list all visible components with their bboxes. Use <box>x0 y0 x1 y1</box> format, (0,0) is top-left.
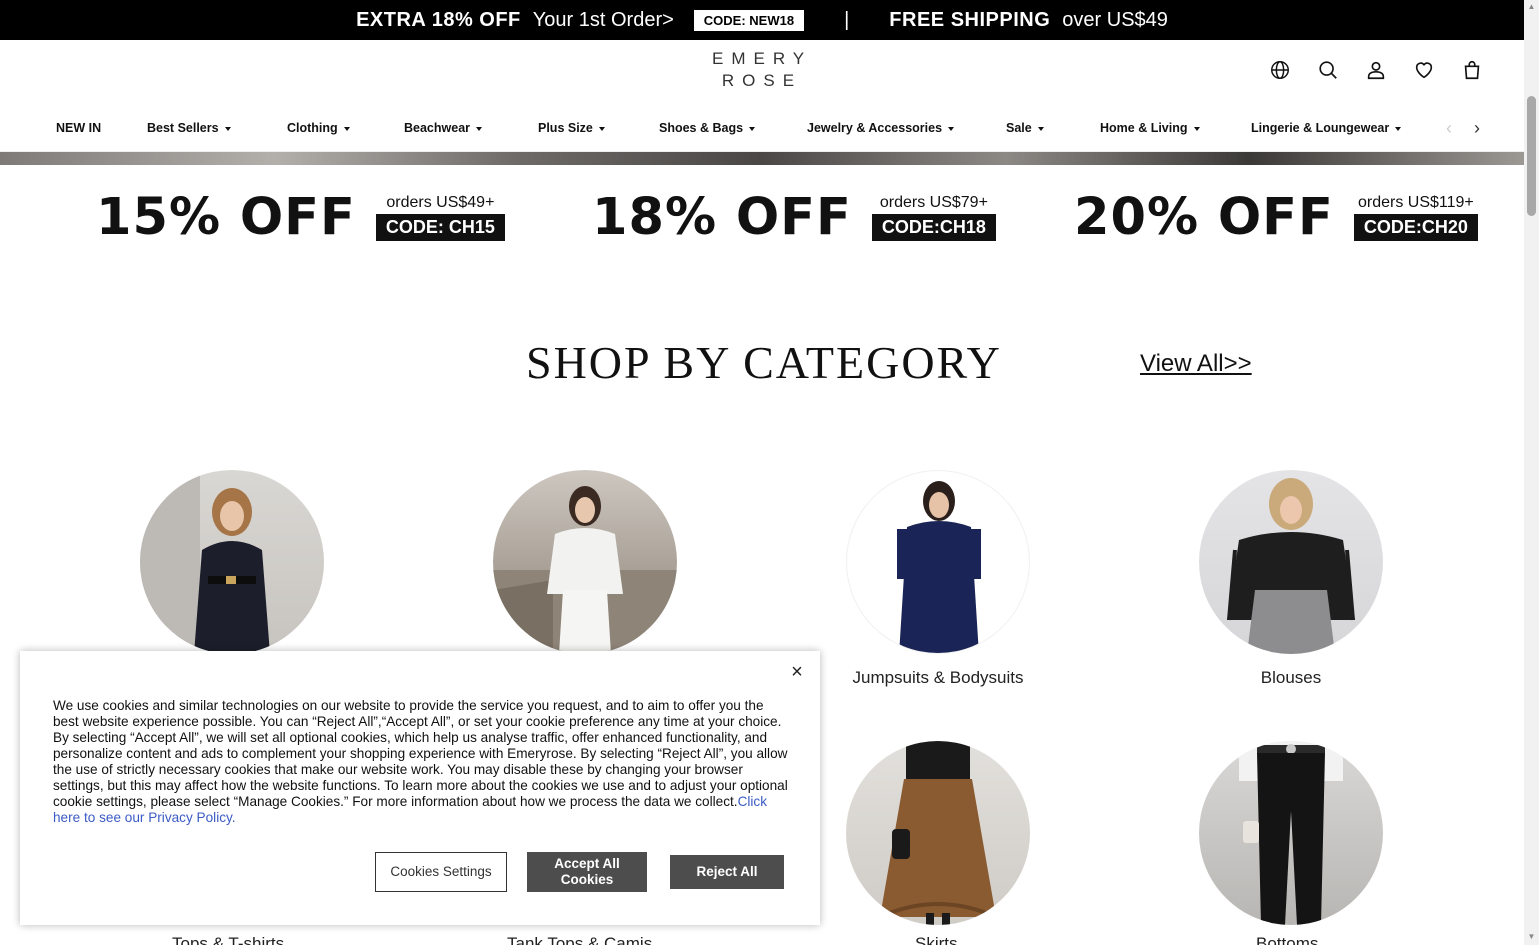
nav-label: Shoes & Bags <box>659 121 744 135</box>
category-item[interactable] <box>493 470 677 668</box>
coupon-code: CODE:CH20 <box>1353 214 1478 241</box>
accept-all-cookies-button[interactable]: Accept All Cookies <box>527 852 647 892</box>
user-icon[interactable] <box>1364 58 1388 82</box>
nav-item-jewelry[interactable]: Jewelry & Accessories <box>807 121 955 135</box>
bag-icon[interactable] <box>1460 58 1484 82</box>
nav-label: Beachwear <box>404 121 471 135</box>
category-name: Blouses <box>1260 668 1322 687</box>
caret-down-icon <box>598 126 605 131</box>
promo-separator: | <box>844 8 850 31</box>
coupon-code: CODE:CH18 <box>871 214 996 241</box>
coupon-15[interactable]: 15% OFF orders US$49+ CODE: CH15 <box>96 188 505 247</box>
category-item[interactable]: Blouses <box>1199 470 1383 688</box>
view-all-link[interactable]: View All>> <box>1140 350 1252 378</box>
nav-item-beachwear[interactable]: Beachwear <box>404 121 483 135</box>
category-image <box>140 470 324 654</box>
coupon-20[interactable]: 20% OFF orders US$119+ CODE:CH20 <box>1074 188 1478 247</box>
category-item[interactable]: Jumpsuits & Bodysuits <box>846 470 1030 688</box>
promo-shipping-threshold: over US$49 <box>1062 8 1168 31</box>
cookie-body: We use cookies and similar technologies … <box>53 698 788 809</box>
nav-prev-arrow[interactable]: ‹ <box>1446 118 1452 139</box>
reject-all-button[interactable]: Reject All <box>670 855 784 889</box>
nav-next-arrow[interactable]: › <box>1474 118 1480 139</box>
scroll-thumb[interactable] <box>1527 96 1536 216</box>
page: EXTRA 18% OFF Your 1st Order> CODE: NEW1… <box>0 0 1539 945</box>
nav-label: NEW IN <box>56 121 102 135</box>
promo-code: CODE: NEW18 <box>693 9 805 31</box>
nav-label: Lingerie & Loungewear <box>1251 121 1390 135</box>
caret-down-icon <box>749 126 756 131</box>
coupon-orders: orders US$119+ <box>1357 194 1474 211</box>
scroll-up-arrow[interactable]: ▲ <box>1527 2 1536 11</box>
category-name: Bottoms <box>1256 934 1319 945</box>
category-item[interactable] <box>846 741 1030 925</box>
caret-down-icon <box>948 126 955 131</box>
promo-shipping: FREE SHIPPING <box>889 8 1051 31</box>
scrollbar[interactable]: ▲ ▼ <box>1524 0 1539 945</box>
nav-item-shoes-bags[interactable]: Shoes & Bags <box>659 121 756 135</box>
cookie-text: We use cookies and similar technologies … <box>53 698 791 826</box>
coupon-18[interactable]: 18% OFF orders US$79+ CODE:CH18 <box>592 188 996 247</box>
cookie-dialog: × We use cookies and similar technologie… <box>20 651 820 925</box>
coupon-details: orders US$119+ CODE:CH20 <box>1353 194 1478 241</box>
category-name: Tops & T-shirts <box>172 934 285 945</box>
category-item[interactable] <box>140 470 324 668</box>
site-header: EMERY ROSE <box>0 40 1524 104</box>
nav-item-new-in[interactable]: NEW IN <box>56 121 101 135</box>
category-name: Jumpsuits & Bodysuits <box>852 668 1024 687</box>
nav-item-clothing[interactable]: Clothing <box>287 121 350 135</box>
nav-label: Clothing <box>287 121 338 135</box>
coupon-orders: orders US$49+ <box>386 194 495 211</box>
promo-bar[interactable]: EXTRA 18% OFF Your 1st Order> CODE: NEW1… <box>0 0 1524 40</box>
nav-item-lingerie[interactable]: Lingerie & Loungewear <box>1251 121 1402 135</box>
nav-item-plus-size[interactable]: Plus Size <box>538 121 605 135</box>
category-image <box>493 470 677 654</box>
category-name: Skirts <box>915 934 958 945</box>
promo-first-order[interactable]: Your 1st Order> <box>533 9 674 32</box>
main-nav: NEW IN Best Sellers Clothing Beachwear P… <box>0 104 1524 152</box>
coupon-details: orders US$79+ CODE:CH18 <box>871 194 996 241</box>
category-image <box>846 470 1030 654</box>
logo-line2: ROSE <box>721 71 803 90</box>
category-image <box>846 741 1030 925</box>
nav-label: Jewelry & Accessories <box>807 121 943 135</box>
globe-icon[interactable] <box>1268 58 1292 82</box>
nav-item-sale[interactable]: Sale <box>1006 121 1044 135</box>
caret-down-icon <box>343 126 350 131</box>
promo-extra: EXTRA 18% OFF <box>356 8 521 31</box>
cookies-settings-button[interactable]: Cookies Settings <box>375 852 507 892</box>
nav-label: Best Sellers <box>147 121 219 135</box>
coupon-code: CODE: CH15 <box>375 214 505 241</box>
coupon-details: orders US$49+ CODE: CH15 <box>375 194 505 241</box>
header-icons <box>1268 58 1484 82</box>
nav-label: Home & Living <box>1100 121 1188 135</box>
caret-down-icon <box>1395 126 1402 131</box>
logo[interactable]: EMERY ROSE <box>712 48 812 92</box>
caret-down-icon <box>476 126 483 131</box>
category-image <box>1199 470 1383 654</box>
nav-item-home-living[interactable]: Home & Living <box>1100 121 1200 135</box>
category-image <box>1199 741 1383 925</box>
hero-banner-edge[interactable] <box>0 152 1524 165</box>
heart-icon[interactable] <box>1412 58 1436 82</box>
caret-down-icon <box>224 126 231 131</box>
close-icon[interactable]: × <box>786 661 808 683</box>
section-title: SHOP BY CATEGORY <box>526 337 1002 388</box>
logo-line1: EMERY <box>712 49 813 68</box>
coupon-percent: 20% OFF <box>1074 188 1334 247</box>
coupon-percent: 15% OFF <box>96 188 356 247</box>
scroll-down-arrow[interactable]: ▼ <box>1527 932 1536 941</box>
coupon-orders: orders US$79+ <box>879 194 988 211</box>
nav-label: Plus Size <box>538 121 593 135</box>
category-name: Tank Tops & Camis <box>507 934 653 945</box>
nav-label: Sale <box>1006 121 1032 135</box>
caret-down-icon <box>1193 126 1200 131</box>
nav-item-best-sellers[interactable]: Best Sellers <box>147 121 231 135</box>
search-icon[interactable] <box>1316 58 1340 82</box>
coupon-percent: 18% OFF <box>592 188 852 247</box>
caret-down-icon <box>1037 126 1044 131</box>
category-item[interactable] <box>1199 741 1383 925</box>
